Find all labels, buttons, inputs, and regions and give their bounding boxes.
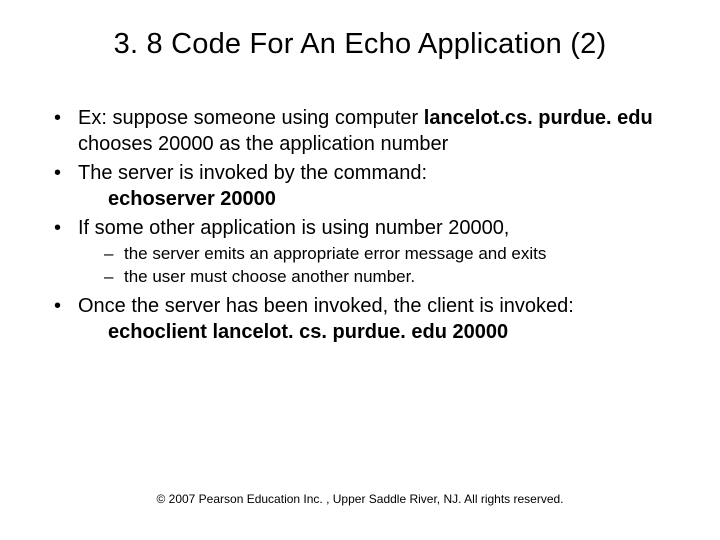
bullet-list: Ex: suppose someone using computer lance… bbox=[48, 105, 672, 346]
bullet-text: Once the server has been invoked, the cl… bbox=[78, 295, 574, 317]
hostname-bold: lancelot.cs. purdue. edu bbox=[424, 107, 653, 129]
bullet-text: Ex: suppose someone using computer bbox=[78, 107, 424, 129]
command-text: echoserver 20000 bbox=[108, 188, 276, 210]
sub-bullet-text: the user must choose another number. bbox=[124, 267, 415, 286]
bullet-item: If some other application is using numbe… bbox=[48, 215, 672, 289]
bullet-item: The server is invoked by the command: ec… bbox=[48, 160, 672, 213]
sub-bullet-list: the server emits an appropriate error me… bbox=[78, 243, 672, 289]
bullet-text: The server is invoked by the command: bbox=[78, 162, 427, 184]
bullet-item: Ex: suppose someone using computer lance… bbox=[48, 105, 672, 158]
slide-content: Ex: suppose someone using computer lance… bbox=[48, 105, 672, 346]
bullet-text: If some other application is using numbe… bbox=[78, 217, 509, 239]
command-text: echoclient lancelot. cs. purdue. edu 200… bbox=[108, 321, 508, 343]
slide: 3. 8 Code For An Echo Application (2) Ex… bbox=[0, 0, 720, 540]
sub-bullet-item: the user must choose another number. bbox=[104, 266, 672, 289]
sub-bullet-text: the server emits an appropriate error me… bbox=[124, 244, 546, 263]
copyright-footer: © 2007 Pearson Education Inc. , Upper Sa… bbox=[0, 492, 720, 506]
sub-bullet-item: the server emits an appropriate error me… bbox=[104, 243, 672, 266]
slide-title: 3. 8 Code For An Echo Application (2) bbox=[48, 28, 672, 61]
bullet-text: chooses 20000 as the application number bbox=[78, 133, 448, 155]
bullet-item: Once the server has been invoked, the cl… bbox=[48, 293, 672, 346]
